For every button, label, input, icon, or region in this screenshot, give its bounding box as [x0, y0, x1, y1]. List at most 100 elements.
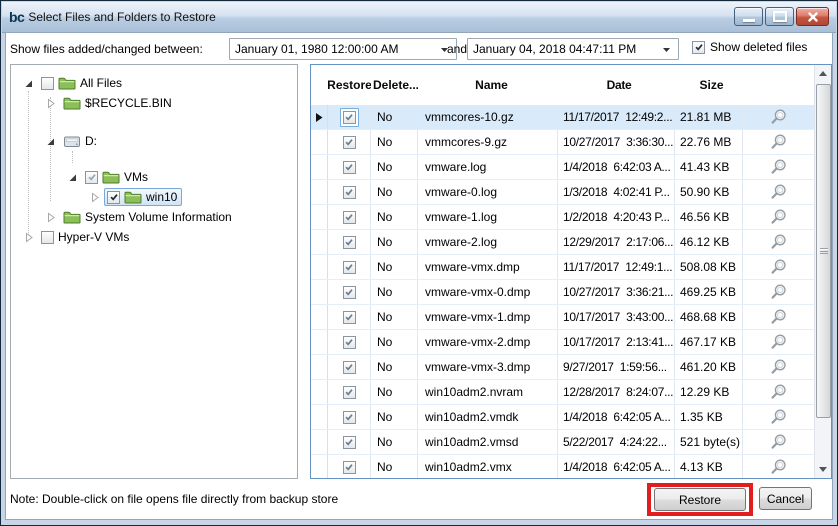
tree-item-all-files[interactable]: All Files: [11, 73, 297, 93]
tree-item-win10[interactable]: win10: [11, 187, 297, 207]
scroll-up-button[interactable]: [815, 65, 831, 82]
tree-checkbox[interactable]: [41, 230, 54, 244]
row-selector-cell[interactable]: [311, 230, 328, 254]
row-selector-cell[interactable]: [311, 255, 328, 279]
preview-file-button[interactable]: [743, 155, 814, 179]
row-selector-cell[interactable]: [311, 180, 328, 204]
row-selector-cell[interactable]: [311, 105, 328, 129]
restore-checkbox[interactable]: [342, 460, 356, 474]
expander-collapsed-icon[interactable]: [23, 232, 34, 243]
tree-item-recycle-bin[interactable]: $RECYCLE.BIN: [11, 93, 297, 113]
file-row-vmware-vmx-2-dmp[interactable]: No vmware-vmx-2.dmp 10/17/2017 2:13:41... 4…: [311, 330, 814, 355]
cancel-button[interactable]: Cancel: [759, 487, 812, 510]
restore-cell[interactable]: [328, 380, 371, 404]
restore-cell[interactable]: [328, 105, 371, 129]
titlebar[interactable]: bc Select Files and Folders to Restore: [2, 2, 836, 33]
file-row-win10adm2-vmsd[interactable]: No win10adm2.vmsd 5/22/2017 4:24:22... 521 …: [311, 430, 814, 455]
row-selector-cell[interactable]: [311, 330, 328, 354]
restore-checkbox[interactable]: [342, 235, 356, 249]
tree-item-vms[interactable]: VMs: [11, 167, 297, 187]
name-cell[interactable]: vmware-2.log: [418, 230, 558, 254]
restore-checkbox[interactable]: [342, 385, 356, 399]
name-cell[interactable]: vmware-vmx-3.dmp: [418, 355, 558, 379]
restore-checkbox[interactable]: [342, 210, 356, 224]
expander-collapsed-icon[interactable]: [89, 192, 100, 203]
name-cell[interactable]: vmware-vmx-1.dmp: [418, 305, 558, 329]
row-selector-cell[interactable]: [311, 205, 328, 229]
preview-file-button[interactable]: [743, 205, 814, 229]
date-from-picker[interactable]: January 01, 1980 12:00:00 AM: [229, 38, 457, 60]
restore-cell[interactable]: [328, 355, 371, 379]
restore-checkbox[interactable]: [342, 335, 356, 349]
restore-cell[interactable]: [328, 305, 371, 329]
expander-expanded-icon[interactable]: [67, 172, 78, 183]
column-header-name[interactable]: Name: [418, 65, 558, 105]
name-cell[interactable]: vmware-0.log: [418, 180, 558, 204]
row-selector-cell[interactable]: [311, 280, 328, 304]
file-row-vmware-vmx-3-dmp[interactable]: No vmware-vmx-3.dmp 9/27/2017 1:59:56... 46…: [311, 355, 814, 380]
preview-file-button[interactable]: [743, 280, 814, 304]
column-header-restore[interactable]: Restore: [328, 65, 371, 105]
name-cell[interactable]: vmware-vmx-0.dmp: [418, 280, 558, 304]
row-selector-cell[interactable]: [311, 130, 328, 154]
file-row-vmware-vmx-0-dmp[interactable]: No vmware-vmx-0.dmp 10/27/2017 3:36:21... 4…: [311, 280, 814, 305]
tree-checkbox[interactable]: [41, 76, 54, 90]
restore-cell[interactable]: [328, 330, 371, 354]
preview-file-button[interactable]: [743, 405, 814, 429]
restore-checkbox[interactable]: [342, 285, 356, 299]
restore-checkbox[interactable]: [342, 135, 356, 149]
tree-checkbox[interactable]: [85, 170, 98, 184]
row-selector-cell[interactable]: [311, 430, 328, 454]
row-selector-cell[interactable]: [311, 405, 328, 429]
name-cell[interactable]: win10adm2.nvram: [418, 380, 558, 404]
preview-file-button[interactable]: [743, 355, 814, 379]
restore-cell[interactable]: [328, 205, 371, 229]
tree-item-system-volume-information[interactable]: System Volume Information: [11, 207, 297, 227]
restore-checkbox[interactable]: [342, 410, 356, 424]
file-row-vmware-log[interactable]: No vmware.log 1/4/2018 6:42:03 A... 41.43 K…: [311, 155, 814, 180]
column-header-deleted[interactable]: Delete...: [371, 65, 418, 105]
expander-collapsed-icon[interactable]: [45, 98, 56, 109]
file-row-vmware-vmx-1-dmp[interactable]: No vmware-vmx-1.dmp 10/17/2017 3:43:00... 4…: [311, 305, 814, 330]
restore-cell[interactable]: [328, 405, 371, 429]
name-cell[interactable]: vmmcores-10.gz: [418, 105, 558, 129]
restore-cell[interactable]: [328, 255, 371, 279]
tree-item-d[interactable]: D:: [11, 131, 297, 151]
tree-item-hyper-v-vms[interactable]: Hyper-V VMs: [11, 227, 297, 247]
restore-checkbox[interactable]: [342, 435, 356, 449]
preview-file-button[interactable]: [743, 380, 814, 404]
row-selector-cell[interactable]: [311, 380, 328, 404]
name-cell[interactable]: win10adm2.vmdk: [418, 405, 558, 429]
name-cell[interactable]: vmware-vmx-2.dmp: [418, 330, 558, 354]
preview-file-button[interactable]: [743, 180, 814, 204]
restore-cell[interactable]: [328, 280, 371, 304]
file-row-vmware-1-log[interactable]: No vmware-1.log 1/2/2018 4:20:43 P... 46.56…: [311, 205, 814, 230]
file-row-win10adm2-vmx[interactable]: No win10adm2.vmx 1/4/2018 6:42:05 A... 4.13…: [311, 455, 814, 478]
restore-checkbox[interactable]: [342, 310, 356, 324]
name-cell[interactable]: vmmcores-9.gz: [418, 130, 558, 154]
restore-cell[interactable]: [328, 155, 371, 179]
preview-file-button[interactable]: [743, 255, 814, 279]
minimize-button[interactable]: [734, 7, 763, 26]
preview-file-button[interactable]: [743, 130, 814, 154]
restore-cell[interactable]: [328, 180, 371, 204]
preview-file-button[interactable]: [743, 430, 814, 454]
file-row-win10adm2-nvram[interactable]: No win10adm2.nvram 12/28/2017 8:24:07... 12…: [311, 380, 814, 405]
file-row-vmware-vmx-dmp[interactable]: No vmware-vmx.dmp 11/17/2017 12:49:1... 508…: [311, 255, 814, 280]
name-cell[interactable]: win10adm2.vmsd: [418, 430, 558, 454]
name-cell[interactable]: vmware-vmx.dmp: [418, 255, 558, 279]
name-cell[interactable]: vmware.log: [418, 155, 558, 179]
restore-cell[interactable]: [328, 455, 371, 478]
restore-checkbox[interactable]: [342, 360, 356, 374]
restore-checkbox[interactable]: [342, 185, 356, 199]
file-row-vmware-2-log[interactable]: No vmware-2.log 12/29/2017 2:17:06... 46.12…: [311, 230, 814, 255]
row-selector-cell[interactable]: [311, 305, 328, 329]
file-row-win10adm2-vmdk[interactable]: No win10adm2.vmdk 1/4/2018 6:42:05 A... 1.3…: [311, 405, 814, 430]
name-cell[interactable]: vmware-1.log: [418, 205, 558, 229]
row-selector-cell[interactable]: [311, 155, 328, 179]
file-row-vmmcores-9-gz[interactable]: No vmmcores-9.gz 10/27/2017 3:36:30... 22.7…: [311, 130, 814, 155]
column-header-date[interactable]: Date: [558, 65, 675, 105]
row-selector-cell[interactable]: [311, 455, 328, 478]
preview-file-button[interactable]: [743, 330, 814, 354]
name-cell[interactable]: win10adm2.vmx: [418, 455, 558, 478]
